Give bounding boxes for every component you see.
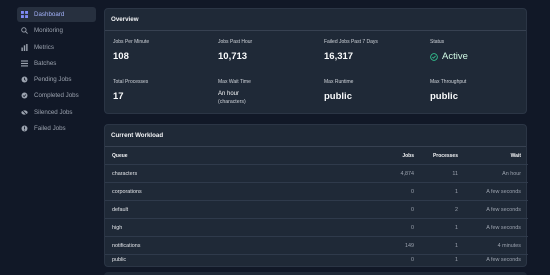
queue-processes: 2 bbox=[455, 206, 458, 213]
column-header-processes: Processes bbox=[432, 152, 458, 159]
stat-value: public bbox=[430, 91, 458, 102]
queue-jobs: 0 bbox=[411, 206, 414, 213]
queue-jobs: 149 bbox=[405, 242, 414, 249]
table-header: Queue Jobs Processes Wait bbox=[105, 147, 528, 165]
stat-value: An hour bbox=[218, 91, 240, 97]
queue-name: high bbox=[112, 224, 123, 231]
queue-wait: An hour bbox=[502, 170, 521, 177]
column-header-queue: Queue bbox=[112, 152, 128, 159]
queue-processes: 11 bbox=[452, 170, 458, 177]
stat-sub: (characters) bbox=[218, 99, 246, 105]
queue-jobs: 4,874 bbox=[400, 170, 415, 177]
stat-label: Max Throughput bbox=[430, 79, 467, 85]
queue-name: default bbox=[112, 206, 129, 213]
stat-label: Total Processes bbox=[113, 79, 149, 85]
stat-max-throughput: Max Throughput public bbox=[430, 79, 530, 102]
queue-processes: 1 bbox=[455, 257, 458, 263]
table-row: public 0 1 A few seconds bbox=[105, 251, 528, 269]
sidebar-item-label: Metrics bbox=[34, 43, 54, 51]
stat-value: 17 bbox=[113, 91, 124, 102]
column-header-jobs: Jobs bbox=[402, 152, 414, 159]
table-row: corporations 0 1 A few seconds bbox=[105, 183, 528, 201]
status-badge: Active bbox=[430, 51, 530, 62]
stat-value: 108 bbox=[113, 51, 129, 62]
clock-icon bbox=[21, 76, 28, 83]
sidebar-item-pending-jobs[interactable]: Pending Jobs bbox=[17, 72, 96, 87]
stat-jobs-per-minute: Jobs Per Minute 108 bbox=[113, 39, 213, 62]
table-row: high 0 1 A few seconds bbox=[105, 219, 528, 237]
queue-wait: 4 minutes bbox=[497, 242, 521, 249]
sidebar-item-label: Batches bbox=[34, 59, 57, 67]
sidebar-item-failed-jobs[interactable]: Failed Jobs bbox=[17, 121, 96, 136]
queue-name: corporations bbox=[112, 188, 142, 195]
stat-value: 10,713 bbox=[218, 51, 248, 62]
list-icon bbox=[21, 60, 28, 67]
stat-status: Status Active bbox=[430, 39, 530, 62]
workload-card: Current Workload Queue Jobs Processes Wa… bbox=[104, 124, 528, 269]
queue-name: notifications bbox=[112, 242, 141, 249]
queue-name: public bbox=[112, 257, 127, 263]
stat-label: Failed Jobs Past 7 Days bbox=[324, 39, 378, 45]
table-row: default 0 2 A few seconds bbox=[105, 201, 528, 219]
sidebar-item-label: Silenced Jobs bbox=[34, 108, 73, 116]
queue-jobs: 0 bbox=[411, 224, 414, 231]
queue-processes: 1 bbox=[455, 242, 458, 249]
bar-chart-icon bbox=[21, 43, 28, 51]
queue-wait: A few seconds bbox=[486, 188, 521, 195]
stat-label: Jobs Per Minute bbox=[113, 39, 150, 45]
stat-value: 16,317 bbox=[324, 51, 354, 62]
check-circle-icon bbox=[430, 52, 438, 61]
stat-value: public bbox=[324, 91, 352, 102]
grid-icon bbox=[21, 11, 28, 18]
queue-processes: 1 bbox=[455, 188, 458, 195]
stat-max-runtime: Max Runtime public bbox=[324, 79, 424, 102]
overview-card: Overview Jobs Per Minute 108 Jobs Past H… bbox=[104, 8, 527, 114]
column-header-wait: Wait bbox=[510, 152, 521, 159]
stat-max-wait-time: Max Wait Time An hour (characters) bbox=[218, 79, 318, 105]
sidebar-item-label: Monitoring bbox=[34, 27, 63, 35]
check-circle-icon bbox=[21, 92, 28, 99]
sidebar-item-silenced-jobs[interactable]: Silenced Jobs bbox=[17, 105, 96, 120]
sidebar-item-metrics[interactable]: Metrics bbox=[17, 40, 96, 55]
stat-jobs-past-hour: Jobs Past Hour 10,713 bbox=[218, 39, 318, 62]
queue-wait: A few seconds bbox=[486, 206, 521, 213]
stat-total-processes: Total Processes 17 bbox=[113, 79, 213, 102]
stat-label: Jobs Past Hour bbox=[218, 39, 253, 45]
alert-circle-icon bbox=[21, 125, 28, 132]
overview-title: Overview bbox=[105, 9, 526, 31]
sidebar-item-label: Dashboard bbox=[34, 11, 65, 18]
table-row: characters 4,874 11 An hour bbox=[105, 165, 528, 183]
sidebar-item-completed-jobs[interactable]: Completed Jobs bbox=[17, 88, 96, 103]
stat-label: Max Runtime bbox=[324, 79, 354, 85]
sidebar-item-monitoring[interactable]: Monitoring bbox=[17, 23, 96, 38]
sidebar-item-batches[interactable]: Batches bbox=[17, 56, 96, 71]
queue-name: characters bbox=[112, 170, 138, 177]
stat-label: Status bbox=[430, 39, 445, 45]
queue-processes: 1 bbox=[455, 224, 458, 231]
search-icon bbox=[21, 27, 28, 35]
status-text: Active bbox=[442, 51, 468, 62]
queue-wait: A few seconds bbox=[486, 224, 521, 231]
stat-label: Max Wait Time bbox=[218, 79, 251, 85]
stat-failed-jobs-past-7-days: Failed Jobs Past 7 Days 16,317 bbox=[324, 39, 424, 62]
queue-jobs: 0 bbox=[411, 257, 414, 263]
eye-slash-icon bbox=[21, 109, 28, 116]
sidebar-item-label: Failed Jobs bbox=[34, 125, 66, 133]
sidebar: Dashboard Monitoring Metrics Batches Pen… bbox=[0, 0, 100, 275]
sidebar-item-dashboard[interactable]: Dashboard bbox=[17, 7, 96, 22]
sidebar-item-label: Pending Jobs bbox=[34, 76, 72, 84]
queue-wait: A few seconds bbox=[486, 257, 521, 263]
workload-title: Current Workload bbox=[105, 125, 526, 147]
queue-jobs: 0 bbox=[411, 188, 414, 195]
sidebar-item-label: Completed Jobs bbox=[34, 92, 79, 100]
